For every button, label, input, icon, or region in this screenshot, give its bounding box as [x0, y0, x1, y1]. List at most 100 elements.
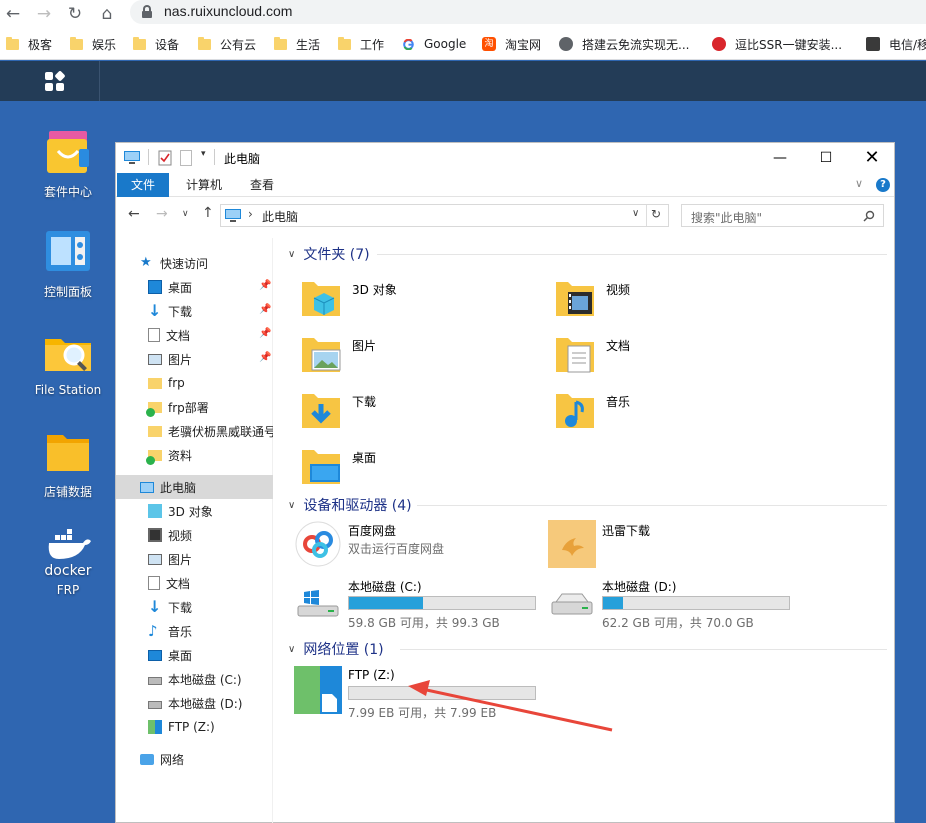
bookmark-item[interactable]: 搭建云免流实现无...: [559, 36, 689, 52]
nav-label: FTP (Z:): [168, 720, 215, 734]
folder-icon: [43, 427, 93, 477]
maximize-button[interactable]: ☐: [803, 143, 849, 173]
bookmark-item[interactable]: 工作: [338, 36, 384, 52]
folder-item-desktop[interactable]: 桌面: [300, 440, 540, 492]
desktop-icon: [148, 649, 162, 661]
bookmark-item[interactable]: 极客: [6, 36, 52, 52]
bookmark-item[interactable]: 淘 淘宝网: [482, 36, 541, 52]
home-button[interactable]: ⌂: [96, 3, 118, 25]
shopping-bag-icon: [43, 127, 93, 177]
nav-item-ftp[interactable]: FTP (Z:): [116, 715, 273, 739]
nav-label: 本地磁盘 (C:): [168, 672, 242, 687]
folder-item-pictures[interactable]: 图片: [300, 328, 540, 380]
refresh-icon[interactable]: ↻: [651, 207, 661, 221]
control-panel-icon: [43, 227, 93, 277]
drive-c[interactable]: 本地磁盘 (C:) 59.8 GB 可用，共 99.3 GB: [294, 576, 554, 630]
main-menu-button[interactable]: [0, 61, 100, 101]
docker-wordmark: docker: [44, 563, 92, 579]
folder-item-music[interactable]: 音乐: [554, 384, 794, 436]
bookmark-item[interactable]: 设备: [133, 36, 179, 52]
nav-item-frp-deploy[interactable]: frp部署: [116, 395, 273, 419]
nav-item-desktop-pc[interactable]: 桌面: [116, 643, 273, 667]
bookmark-label: 公有云: [220, 37, 257, 52]
music-folder-icon: [556, 394, 594, 428]
bookmark-item[interactable]: 娱乐: [70, 36, 116, 52]
desktop-icon-frp[interactable]: docker FRP: [18, 527, 118, 597]
nav-item-documents[interactable]: 文档 📌: [116, 323, 273, 347]
group-network-locations[interactable]: ∨ 网络位置 (1): [288, 639, 384, 659]
group-devices[interactable]: ∨ 设备和驱动器 (4): [288, 495, 412, 515]
folder-icon: [148, 425, 162, 437]
nav-label: 视频: [168, 528, 193, 543]
nav-label: 桌面: [168, 648, 193, 663]
desktop-icon-label: File Station: [34, 383, 102, 397]
up-arrow-icon[interactable]: ↑: [202, 205, 214, 221]
reload-button[interactable]: ↻: [64, 3, 86, 25]
nav-item-drive-c[interactable]: 本地磁盘 (C:): [116, 667, 273, 691]
desktop-icon-app-center[interactable]: 套件中心: [18, 127, 118, 200]
folder-icon: [70, 36, 83, 50]
nav-item-documents-pc[interactable]: 文档: [116, 571, 273, 595]
network-icon: [140, 753, 154, 765]
tab-computer[interactable]: 计算机: [174, 173, 234, 197]
forward-button[interactable]: →: [33, 3, 55, 25]
title-bar: ▾ 此电脑 — ☐ ✕: [116, 143, 894, 173]
minimize-button[interactable]: —: [757, 143, 803, 173]
history-dropdown-icon[interactable]: ∨: [632, 208, 639, 219]
desktop-icon-control-panel[interactable]: 控制面板: [18, 227, 118, 300]
drive-usage-bar: [602, 596, 790, 610]
folder-item-documents[interactable]: 文档: [554, 328, 794, 380]
nav-item-pictures[interactable]: 图片 📌: [116, 347, 273, 371]
search-input[interactable]: 搜索"此电脑": [681, 204, 884, 227]
nav-item-music[interactable]: ♪ 音乐: [116, 619, 273, 643]
nav-network[interactable]: 网络: [116, 747, 273, 771]
desktop-folder-icon: [302, 450, 340, 484]
close-button[interactable]: ✕: [849, 143, 895, 173]
drive-d[interactable]: 本地磁盘 (D:) 62.2 GB 可用，共 70.0 GB: [548, 576, 808, 630]
bookmark-item[interactable]: Google: [402, 36, 466, 52]
bookmark-item[interactable]: 逗比SSR一键安装...: [712, 36, 842, 52]
nav-item-materials[interactable]: 资料: [116, 443, 273, 467]
folder-item-3d[interactable]: 3D 对象: [300, 272, 540, 324]
bookmark-item[interactable]: 公有云: [198, 36, 256, 52]
nav-item-downloads[interactable]: ↓ 下载 📌: [116, 299, 273, 323]
nav-item-frp[interactable]: frp: [116, 371, 273, 395]
properties-icon[interactable]: [158, 150, 172, 166]
bookmark-item[interactable]: 电信/移: [866, 36, 926, 52]
device-baidu-netdisk[interactable]: 百度网盘 双击运行百度网盘: [294, 520, 554, 572]
quick-access-dropdown-icon[interactable]: ▾: [201, 149, 206, 159]
tab-view[interactable]: 查看: [238, 173, 286, 197]
forward-arrow-icon[interactable]: →: [156, 206, 168, 222]
address-bar[interactable]: nas.ruixuncloud.com: [130, 0, 926, 24]
folder-item-videos[interactable]: 视频: [554, 272, 794, 324]
downloads-folder-icon: [302, 394, 340, 428]
folder-name: 视频: [606, 283, 631, 297]
document-icon: [148, 576, 160, 590]
new-folder-icon[interactable]: [180, 150, 192, 166]
help-icon[interactable]: ?: [876, 178, 890, 192]
nav-item-desktop[interactable]: 桌面 📌: [116, 275, 273, 299]
breadcrumb[interactable]: 此电脑: [262, 208, 298, 225]
back-button[interactable]: ←: [2, 3, 24, 25]
nav-item-3d[interactable]: 3D 对象: [116, 499, 273, 523]
tab-file[interactable]: 文件: [117, 173, 170, 197]
desktop-icon-file-station[interactable]: File Station: [18, 327, 118, 397]
docker-icon: [43, 527, 93, 561]
recent-locations-icon[interactable]: ∨: [182, 209, 189, 219]
nav-item-drive-d[interactable]: 本地磁盘 (D:): [116, 691, 273, 715]
back-arrow-icon[interactable]: ←: [128, 206, 140, 222]
address-input[interactable]: › 此电脑 ∨ ↻: [220, 204, 669, 227]
device-xunlei[interactable]: 迅雷下载: [548, 520, 808, 572]
nav-item-laoji[interactable]: 老骥伏枥黑威联通号: [116, 419, 273, 443]
nav-item-downloads-pc[interactable]: ↓ 下载: [116, 595, 273, 619]
folder-item-downloads[interactable]: 下载: [300, 384, 540, 436]
group-folders[interactable]: ∨ 文件夹 (7): [288, 244, 370, 264]
desktop-icon-shop-data[interactable]: 店铺数据: [18, 427, 118, 500]
nav-this-pc[interactable]: 此电脑: [116, 475, 273, 499]
bookmark-item[interactable]: 生活: [274, 36, 320, 52]
folder-icon: [274, 36, 287, 50]
nav-item-videos[interactable]: 视频: [116, 523, 273, 547]
nav-quick-access[interactable]: ★ 快速访问: [116, 251, 273, 275]
nav-item-pictures-pc[interactable]: 图片: [116, 547, 273, 571]
ribbon-expand-icon[interactable]: ∨: [855, 177, 863, 190]
